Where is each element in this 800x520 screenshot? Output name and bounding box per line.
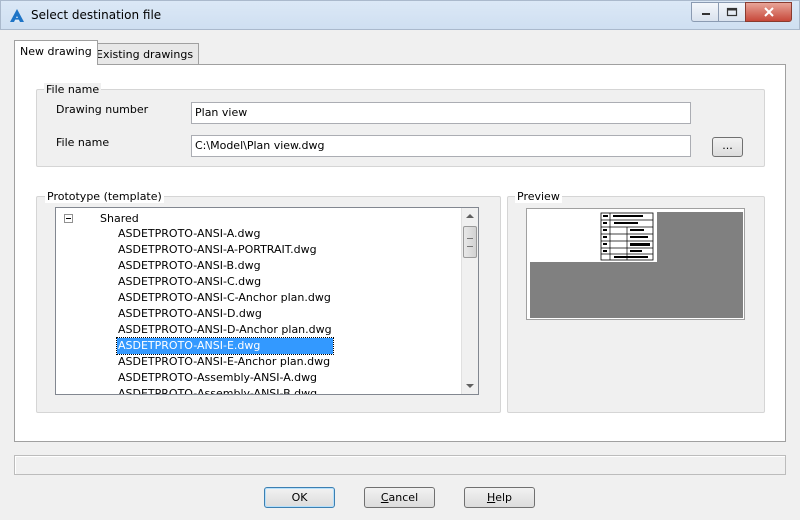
tree-node-shared[interactable]: Shared — [64, 210, 139, 226]
close-button[interactable] — [745, 2, 792, 22]
cancel-button[interactable]: Cancel — [364, 487, 435, 508]
status-bar — [14, 455, 786, 475]
tree-node-label: Shared — [100, 211, 139, 225]
scroll-up-icon[interactable] — [466, 214, 474, 218]
list-item[interactable]: ASDETPROTO-Assembly-ANSI-B.dwg — [117, 386, 333, 394]
list-item[interactable]: ASDETPROTO-ANSI-D-Anchor plan.dwg — [117, 322, 333, 338]
help-label-rest: elp — [495, 491, 513, 504]
close-icon — [763, 7, 774, 17]
minimize-button[interactable] — [691, 2, 719, 22]
preview-group-title: Preview — [515, 190, 562, 203]
file-name-input[interactable]: C:\Model\Plan view.dwg — [191, 135, 691, 157]
scroll-down-icon[interactable] — [466, 384, 474, 388]
list-item-selected[interactable]: ASDETPROTO-ANSI-E.dwg — [116, 337, 334, 355]
maximize-button[interactable] — [718, 2, 746, 22]
cancel-label-rest: ancel — [388, 491, 419, 504]
window-title: Select destination file — [31, 8, 162, 22]
tab-new-drawing[interactable]: New drawing — [14, 40, 98, 65]
list-item[interactable]: ASDETPROTO-ANSI-B.dwg — [117, 258, 333, 274]
list-item[interactable]: ASDETPROTO-ANSI-A-PORTRAIT.dwg — [117, 242, 333, 258]
prototype-tree[interactable]: Shared ASDETPROTO-ANSI-A.dwg ASDETPROTO-… — [55, 207, 479, 395]
list-item[interactable]: ASDETPROTO-ANSI-A.dwg — [117, 226, 333, 242]
tree-scrollbar[interactable] — [461, 208, 478, 394]
list-item[interactable]: ASDETPROTO-ANSI-E-Anchor plan.dwg — [117, 354, 333, 370]
file-name-group-title: File name — [44, 83, 102, 96]
collapse-icon[interactable] — [64, 213, 73, 223]
maximize-icon — [726, 7, 738, 17]
ok-button[interactable]: OK — [264, 487, 335, 508]
drawing-number-input[interactable]: Plan view — [191, 102, 691, 124]
list-item[interactable]: ASDETPROTO-Assembly-ANSI-A.dwg — [117, 370, 333, 386]
minimize-icon — [701, 13, 710, 15]
autocad-a-icon — [10, 9, 24, 22]
file-name-label: File name — [56, 136, 110, 149]
drawing-preview-thumbnail — [530, 212, 743, 318]
list-item[interactable]: ASDETPROTO-ANSI-C-Anchor plan.dwg — [117, 290, 333, 306]
title-bar[interactable]: Select destination file — [0, 0, 800, 30]
template-list: ASDETPROTO-ANSI-A.dwg ASDETPROTO-ANSI-A-… — [116, 226, 334, 394]
list-item[interactable]: ASDETPROTO-ANSI-C.dwg — [117, 274, 333, 290]
browse-button[interactable]: ... — [712, 137, 743, 157]
cancel-mnemonic: C — [380, 491, 389, 504]
list-item[interactable]: ASDETPROTO-ANSI-D.dwg — [117, 306, 333, 322]
prototype-group-title: Prototype (template) — [45, 190, 164, 203]
help-mnemonic: H — [486, 491, 496, 504]
tab-existing-drawings[interactable]: Existing drawings — [90, 43, 200, 65]
preview-frame — [526, 208, 745, 320]
help-button[interactable]: Help — [464, 487, 535, 508]
scroll-thumb[interactable] — [463, 226, 477, 258]
drawing-number-label: Drawing number — [56, 103, 149, 116]
